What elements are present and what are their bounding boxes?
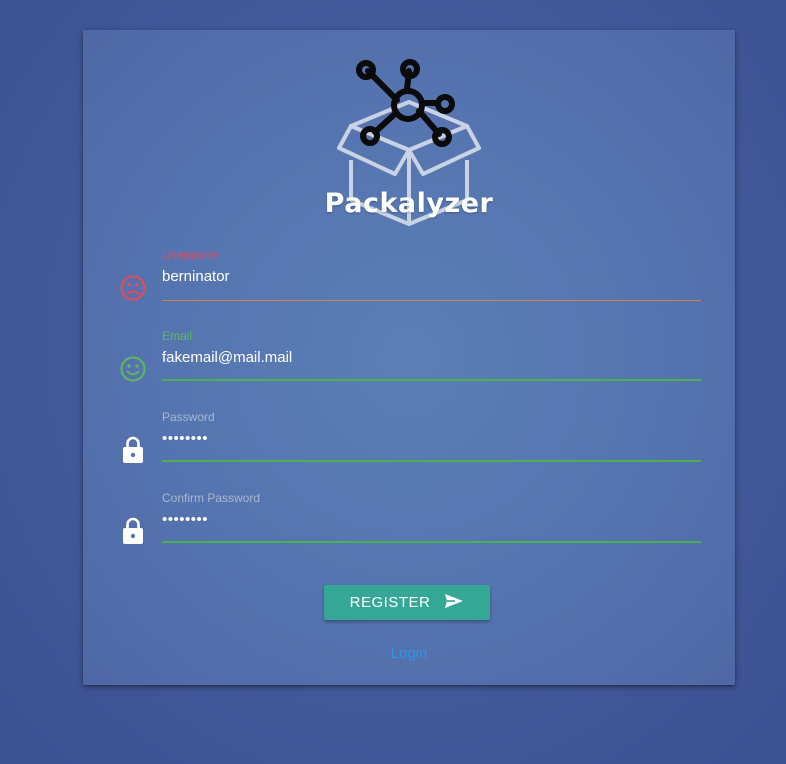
email-input[interactable] bbox=[162, 349, 700, 366]
send-icon bbox=[444, 593, 464, 613]
frown-face-icon bbox=[119, 274, 147, 302]
login-link[interactable]: Login bbox=[83, 645, 735, 662]
register-button-label: REGISTER bbox=[349, 594, 431, 611]
lock-icon bbox=[119, 434, 147, 463]
smile-face-icon bbox=[119, 355, 147, 383]
password-input[interactable] bbox=[162, 430, 700, 447]
register-button[interactable]: REGISTER bbox=[324, 585, 490, 620]
password-field-group: Password bbox=[83, 410, 735, 486]
confirm-password-field-group: Confirm Password bbox=[83, 491, 735, 567]
username-label: Username bbox=[162, 248, 218, 262]
username-input[interactable] bbox=[162, 268, 700, 285]
confirm-password-input[interactable] bbox=[162, 511, 700, 528]
confirm-password-label: Confirm Password bbox=[162, 491, 261, 505]
email-underline bbox=[162, 379, 701, 381]
brand-title: Packalyzer bbox=[324, 188, 494, 219]
username-field-group: Username bbox=[83, 248, 735, 324]
password-underline bbox=[162, 460, 701, 462]
password-label: Password bbox=[162, 410, 215, 424]
register-card: Packalyzer Username Email bbox=[83, 30, 735, 685]
confirm-password-underline bbox=[162, 541, 701, 543]
email-label: Email bbox=[162, 329, 193, 343]
lock-icon bbox=[119, 515, 147, 544]
email-field-group: Email bbox=[83, 329, 735, 405]
username-underline bbox=[162, 300, 701, 301]
